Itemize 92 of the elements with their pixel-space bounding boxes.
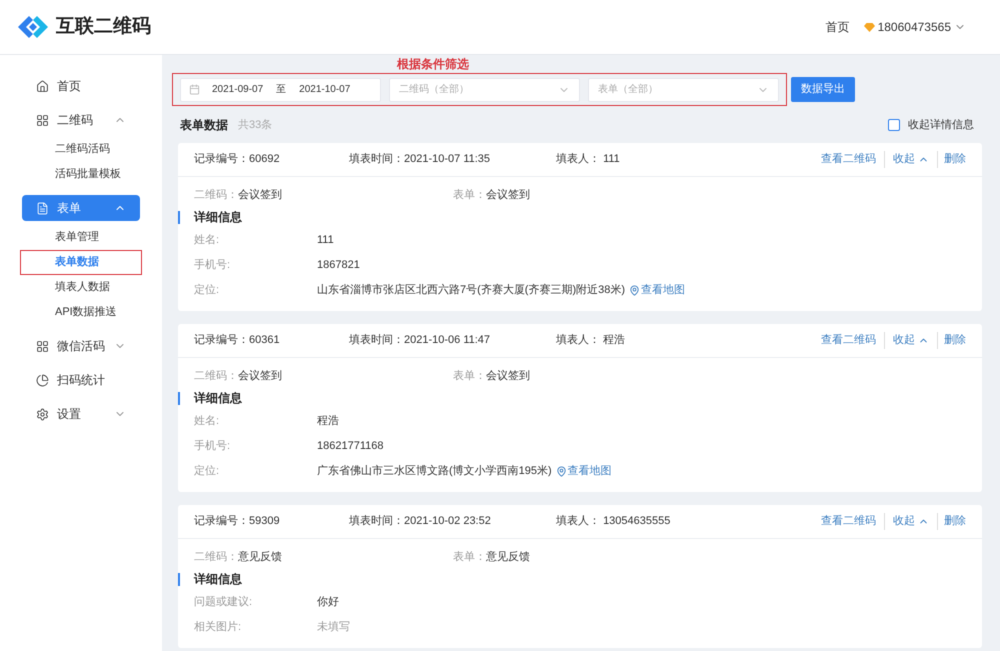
form-select[interactable]: 表单（全部） xyxy=(588,78,779,102)
map-link[interactable]: 查看地图 xyxy=(629,282,686,299)
date-separator: 至 xyxy=(276,83,286,97)
sidebar-item[interactable]: 扫码统计 xyxy=(22,367,140,393)
settings-icon xyxy=(36,408,49,420)
field-label: 姓名: xyxy=(194,233,220,248)
section-marker xyxy=(178,572,180,586)
form-value: 会议签到 xyxy=(486,368,530,384)
map-link[interactable]: 查看地图 xyxy=(556,463,612,480)
field-label: 姓名: xyxy=(194,414,220,430)
calendar-icon xyxy=(189,84,200,95)
record-id: 记录编号：60692 xyxy=(194,152,281,168)
collapse-details-checkbox[interactable] xyxy=(888,119,900,131)
account-menu[interactable]: 18060473565 xyxy=(864,18,966,36)
field-label: 手机号: xyxy=(194,258,232,274)
export-button[interactable]: 数据导出 xyxy=(791,77,855,102)
view-qr-link[interactable]: 查看二维码 xyxy=(821,332,885,349)
field-label: 定位: xyxy=(194,464,220,480)
filler-name: 填表人： 程浩 xyxy=(556,333,626,348)
fill-time: 填表时间：2021-10-06 11:47 xyxy=(349,333,492,348)
field-label: 定位: xyxy=(194,282,220,298)
sidebar-item[interactable]: 微信活码 xyxy=(22,333,140,359)
sidebar-item[interactable]: 二维码 xyxy=(22,107,140,133)
field-value: 程浩 xyxy=(317,414,339,430)
form-value: 会议签到 xyxy=(486,188,530,203)
document-icon xyxy=(36,202,49,214)
section-marker xyxy=(178,210,180,224)
date-range-field[interactable]: 2021-09-07 至 2021-10-07 xyxy=(180,78,381,102)
record-count: 共33条 xyxy=(238,118,272,133)
fill-time: 填表时间：2021-10-07 11:35 xyxy=(349,152,492,168)
sidebar-subitem[interactable]: 填表人数据 xyxy=(20,275,142,300)
sidebar-item[interactable]: 首页 xyxy=(22,73,140,99)
map-pin-icon xyxy=(629,285,640,296)
date-from: 2021-09-07 xyxy=(212,83,264,97)
qrcode-value: 会议签到 xyxy=(238,368,283,384)
collapse-link[interactable]: 收起 xyxy=(885,513,938,530)
brand-name: 互联二维码 xyxy=(56,14,151,39)
diamond-icon xyxy=(864,22,875,32)
view-qr-link[interactable]: 查看二维码 xyxy=(821,151,885,168)
field-label: 相关图片: xyxy=(194,620,242,636)
filler-name: 填表人： 111 xyxy=(556,152,621,168)
sidebar-subitem[interactable]: 表单管理 xyxy=(20,225,142,250)
section-title: 详细信息 xyxy=(194,390,242,407)
field-value: 你好 xyxy=(317,595,339,610)
record-id: 记录编号：59309 xyxy=(194,514,281,530)
sidebar-subitem[interactable]: API数据推送 xyxy=(20,300,142,325)
form-value: 意见反馈 xyxy=(486,550,530,565)
date-to: 2021-10-07 xyxy=(299,83,350,97)
sidebar-subitem[interactable]: 表单数据 xyxy=(20,250,142,275)
collapse-link[interactable]: 收起 xyxy=(885,332,938,349)
grid-icon xyxy=(36,114,49,126)
sidebar-subitem[interactable]: 二维码活码 xyxy=(20,137,142,162)
sidebar-item[interactable]: 设置 xyxy=(22,401,140,427)
filler-name: 填表人： 13054635555 xyxy=(556,514,672,530)
form-label: 表单： xyxy=(453,368,486,384)
form-label: 表单： xyxy=(453,188,486,203)
field-value: 111 xyxy=(317,233,334,248)
field-value: 广东省佛山市三水区博文路(博文小学西南195米) xyxy=(317,464,552,480)
field-label: 手机号: xyxy=(194,439,232,454)
qrcode-value: 会议签到 xyxy=(238,188,283,203)
section-title: 详细信息 xyxy=(194,209,242,226)
collapse-details-label: 收起详情信息 xyxy=(908,118,974,133)
view-qr-link[interactable]: 查看二维码 xyxy=(821,513,885,530)
logo-icon xyxy=(16,14,50,40)
grid-icon xyxy=(36,340,49,352)
sidebar-subitem[interactable]: 活码批量模板 xyxy=(20,162,142,187)
pie-chart-icon xyxy=(36,374,49,386)
list-title: 表单数据 xyxy=(180,117,228,134)
qrcode-select[interactable]: 二维码（全部） xyxy=(388,78,580,102)
home-link[interactable]: 首页 xyxy=(826,18,850,36)
home-icon xyxy=(36,80,49,92)
map-pin-icon xyxy=(556,466,567,477)
delete-link[interactable]: 删除 xyxy=(938,513,966,530)
field-value: 18621771168 xyxy=(317,439,384,454)
qrcode-label: 二维码： xyxy=(194,550,238,565)
record-id: 记录编号：60361 xyxy=(194,333,281,348)
field-value: 未填写 xyxy=(317,620,350,636)
qrcode-value: 意见反馈 xyxy=(238,550,283,565)
delete-link[interactable]: 删除 xyxy=(938,332,966,349)
fill-time: 填表时间：2021-10-02 23:52 xyxy=(349,514,492,530)
form-label: 表单： xyxy=(453,550,486,565)
delete-link[interactable]: 删除 xyxy=(938,151,966,168)
collapse-link[interactable]: 收起 xyxy=(885,151,938,168)
section-marker xyxy=(178,392,180,404)
field-value: 1867821 xyxy=(317,258,360,274)
field-value: 山东省淄博市张店区北西六路7号(齐赛大厦(齐赛三期)附近38米) xyxy=(317,282,626,298)
qrcode-label: 二维码： xyxy=(194,368,238,384)
qrcode-label: 二维码： xyxy=(194,188,238,203)
annotation-label: 根据条件筛选 xyxy=(397,56,470,72)
field-label: 问题或建议: xyxy=(194,595,254,610)
section-title: 详细信息 xyxy=(194,571,242,588)
sidebar-item[interactable]: 表单 xyxy=(22,195,140,221)
